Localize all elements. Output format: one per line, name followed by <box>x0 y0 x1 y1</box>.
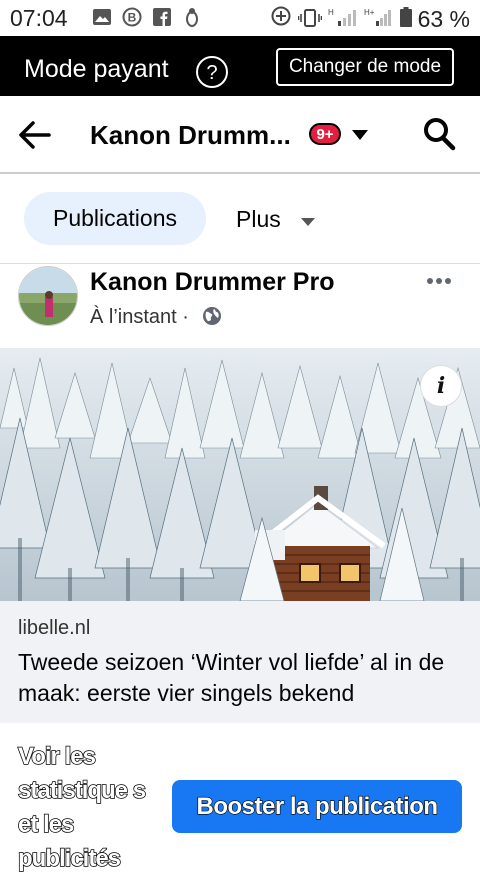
mode-label: Mode payant <box>24 55 169 83</box>
battery-icon <box>399 6 412 33</box>
page-nav-bar: Kanon Drumm... 9+ <box>0 96 480 174</box>
sync-icon <box>270 5 292 33</box>
page-tabs: Publications Plus <box>0 174 480 264</box>
signal-h-icon: H <box>328 6 358 33</box>
link-title: Tweede seizoen ‘Winter vol liefde’ al in… <box>18 649 445 706</box>
svg-text:H: H <box>328 8 334 17</box>
svg-text:H+: H+ <box>364 8 375 17</box>
chevron-down-icon[interactable] <box>351 128 369 146</box>
status-bar: 07:04 B H H+ 63 % <box>0 0 480 36</box>
post-footer: Voir les statistique s et les publicités… <box>0 723 480 873</box>
svg-text:?: ? <box>206 62 217 84</box>
b-notification-icon: B <box>122 7 142 27</box>
post-timestamp: À l’instant · <box>90 306 189 328</box>
vibrate-icon <box>297 6 322 33</box>
question-icon[interactable]: ? <box>195 55 229 94</box>
tab-more[interactable]: Plus <box>236 206 281 233</box>
change-mode-button[interactable]: Changer de mode <box>276 48 454 86</box>
gallery-icon <box>92 7 112 27</box>
avatar[interactable] <box>18 266 78 326</box>
tab-publications[interactable]: Publications <box>24 192 206 245</box>
search-icon[interactable] <box>422 116 456 157</box>
post-header: Kanon Drummer Pro À l’instant · <box>0 264 480 348</box>
link-preview[interactable]: libelle.nl Tweede seizoen ‘Winter vol li… <box>0 601 480 723</box>
battery-percent: 63 % <box>417 5 470 32</box>
boost-post-button[interactable]: Booster la publication <box>172 780 462 833</box>
post-author[interactable]: Kanon Drummer Pro <box>90 268 334 297</box>
facebook-icon <box>152 7 172 27</box>
status-time: 07:04 <box>10 5 68 31</box>
signal-hplus-icon: H+ <box>364 6 394 33</box>
globe-icon <box>202 306 222 331</box>
info-icon[interactable]: i <box>420 365 462 407</box>
system-icons: H H+ 63 % <box>270 5 470 33</box>
back-arrow-icon[interactable] <box>18 118 52 157</box>
view-insights-link[interactable]: Voir les statistique s et les publicités <box>17 740 158 876</box>
page-title[interactable]: Kanon Drumm... <box>90 120 291 151</box>
svg-text:B: B <box>128 11 137 25</box>
notification-badge: 9+ <box>309 123 341 145</box>
more-options-icon[interactable] <box>426 272 452 290</box>
bug-icon <box>182 7 202 27</box>
link-domain: libelle.nl <box>18 617 91 639</box>
link-preview-image[interactable] <box>0 348 480 601</box>
notification-icons: B <box>92 7 202 27</box>
caret-down-icon[interactable] <box>300 214 316 232</box>
